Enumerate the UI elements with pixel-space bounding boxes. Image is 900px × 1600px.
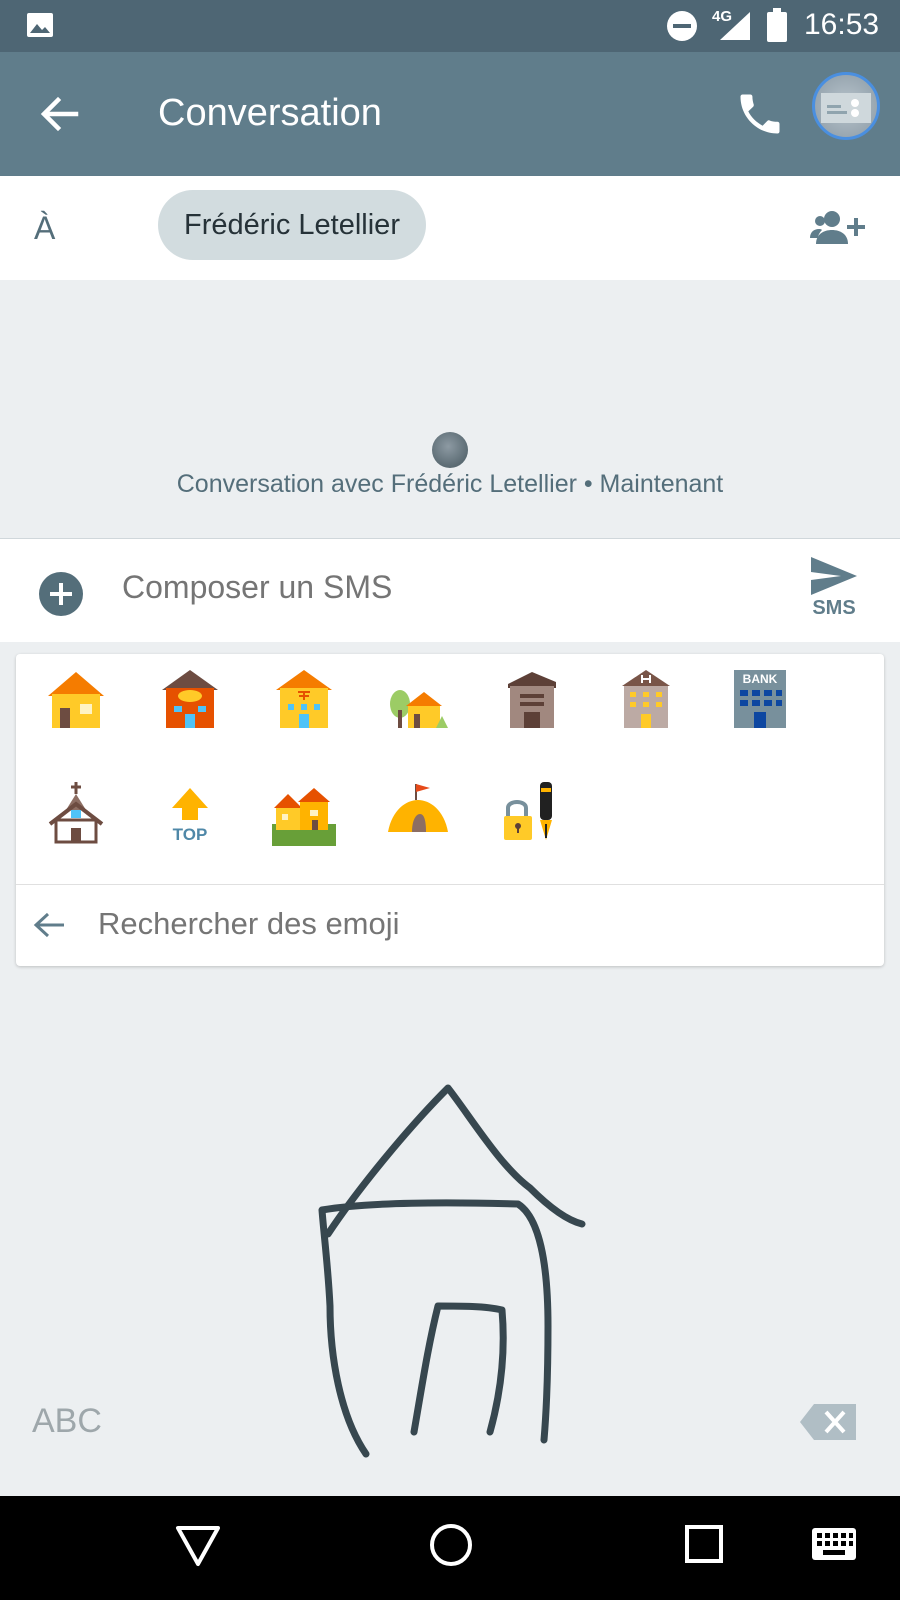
emoji-search-input[interactable] bbox=[98, 906, 698, 942]
keyboard-switch-icon[interactable] bbox=[810, 1524, 858, 1564]
send-icon bbox=[811, 557, 857, 595]
do-not-disturb-icon bbox=[667, 11, 697, 41]
houses-emoji[interactable] bbox=[272, 780, 336, 846]
top-emoji-text: TOP bbox=[173, 825, 208, 844]
avatar-thumbnail-icon bbox=[821, 93, 871, 123]
to-label: À bbox=[34, 210, 56, 246]
derelict-house-emoji[interactable] bbox=[500, 666, 564, 732]
conversation-info: Conversation avec Frédéric Letellier • M… bbox=[176, 470, 724, 498]
status-bar: 4G 16:53 bbox=[0, 0, 900, 52]
top-arrow-emoji[interactable]: TOP bbox=[158, 780, 222, 846]
backspace-icon[interactable] bbox=[800, 1402, 858, 1442]
keyboard-mode-abc-button[interactable]: ABC bbox=[32, 1402, 102, 1441]
contact-avatar[interactable] bbox=[812, 72, 880, 140]
house-with-garden-emoji[interactable] bbox=[386, 666, 450, 732]
add-person-icon[interactable] bbox=[810, 208, 866, 246]
page-title: Conversation bbox=[158, 92, 382, 134]
nav-home-icon[interactable] bbox=[428, 1522, 474, 1568]
locked-with-pen-emoji[interactable] bbox=[500, 780, 564, 846]
compose-row: SMS bbox=[0, 538, 900, 642]
signal-icon bbox=[720, 12, 750, 40]
hospital-emoji[interactable] bbox=[614, 666, 678, 732]
send-button[interactable]: SMS bbox=[800, 555, 868, 631]
bank-emoji-text: BANK bbox=[743, 672, 778, 686]
clock: 16:53 bbox=[804, 8, 880, 41]
nav-recents-icon[interactable] bbox=[684, 1524, 724, 1564]
emoji-panel: BANK TOP bbox=[16, 654, 884, 966]
compose-input[interactable] bbox=[122, 569, 542, 606]
phone-icon[interactable] bbox=[734, 88, 786, 140]
emoji-grid: BANK TOP bbox=[16, 654, 884, 886]
conversation-area: Conversation avec Frédéric Letellier • M… bbox=[0, 280, 900, 538]
post-office-emoji[interactable] bbox=[158, 666, 222, 732]
church-emoji[interactable] bbox=[44, 780, 108, 846]
send-label: SMS bbox=[812, 597, 856, 619]
house-emoji[interactable] bbox=[44, 666, 108, 732]
recipient-row: À Frédéric Letellier bbox=[0, 176, 900, 280]
camping-tent-emoji[interactable] bbox=[386, 780, 450, 846]
bank-emoji[interactable]: BANK bbox=[728, 666, 792, 732]
handwriting-canvas[interactable] bbox=[0, 966, 900, 1496]
add-attachment-icon[interactable] bbox=[38, 571, 84, 617]
emoji-search-back-icon[interactable] bbox=[32, 910, 66, 940]
japanese-post-office-emoji[interactable] bbox=[272, 666, 336, 732]
nav-back-icon[interactable] bbox=[174, 1524, 222, 1568]
app-bar: Conversation bbox=[0, 52, 900, 176]
back-arrow-icon[interactable] bbox=[36, 90, 84, 138]
house-sketch-drawing bbox=[318, 1084, 586, 1458]
image-notification-icon bbox=[27, 13, 53, 37]
battery-icon bbox=[767, 8, 787, 42]
contact-small-avatar bbox=[432, 432, 468, 468]
navigation-bar bbox=[0, 1496, 900, 1600]
emoji-search-divider bbox=[16, 884, 884, 885]
recipient-chip[interactable]: Frédéric Letellier bbox=[158, 190, 426, 260]
